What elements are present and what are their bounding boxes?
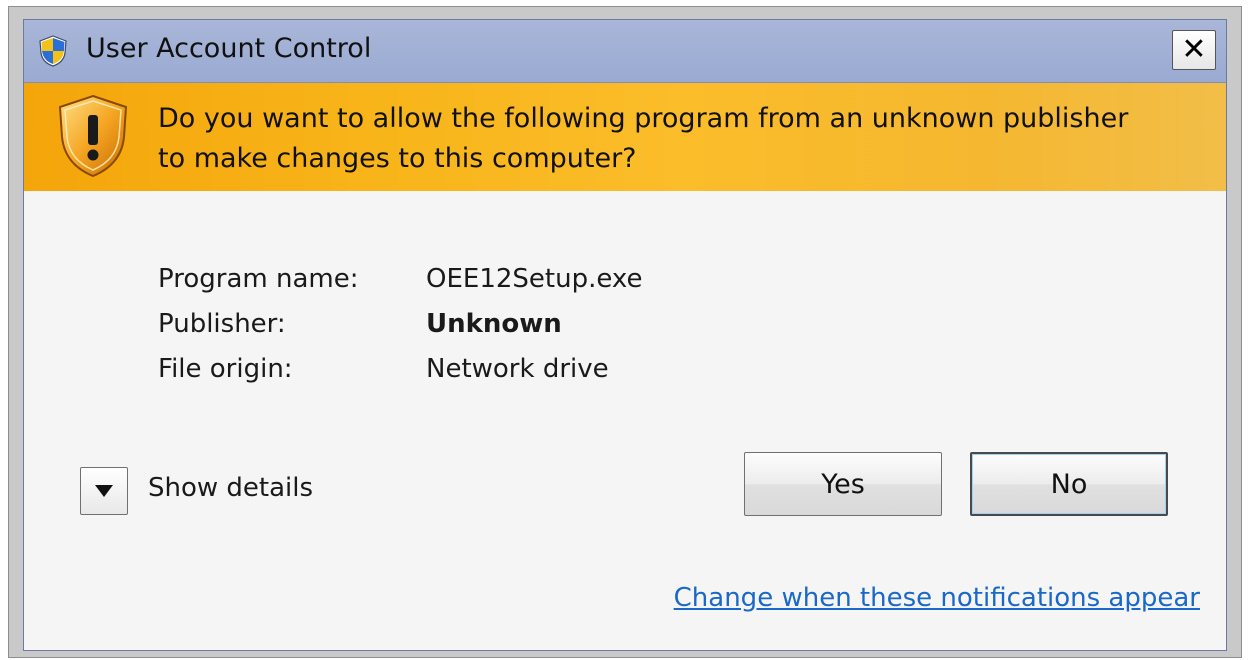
info-row-file-origin: File origin: Network drive [158,346,642,391]
banner-question-line-1: Do you want to allow the following progr… [158,103,1129,134]
info-row-publisher: Publisher: Unknown [158,301,642,346]
banner-question: Do you want to allow the following progr… [158,99,1198,179]
banner-question-line-2: to make changes to this computer? [158,143,637,174]
file-origin-label: File origin: [158,353,293,384]
uac-shield-icon [39,35,67,67]
program-name-value: OEE12Setup.exe [426,263,643,294]
publisher-label: Publisher: [158,308,286,339]
show-details-button[interactable] [80,467,128,515]
program-info: Program name: OEE12Setup.exe Publisher: … [158,256,642,391]
yes-button[interactable]: Yes [744,452,942,516]
warning-shield-icon [58,94,128,178]
dialog-frame: User Account Control ✕ Do you want to al… [8,6,1242,658]
close-button[interactable]: ✕ [1172,30,1216,70]
uac-dialog: User Account Control ✕ Do you want to al… [23,19,1227,651]
show-details-label[interactable]: Show details [148,473,313,503]
program-name-label: Program name: [158,263,359,294]
info-row-program-name: Program name: OEE12Setup.exe [158,256,642,301]
close-icon: ✕ [1181,32,1207,67]
window-title: User Account Control [86,33,372,64]
warning-banner: Do you want to allow the following progr… [24,83,1226,191]
file-origin-value: Network drive [426,353,609,384]
no-button[interactable]: No [970,452,1168,516]
change-notifications-link[interactable]: Change when these notifications appear [674,583,1200,613]
title-bar[interactable]: User Account Control ✕ [24,20,1226,83]
chevron-down-icon [95,485,113,497]
publisher-value: Unknown [426,308,562,339]
